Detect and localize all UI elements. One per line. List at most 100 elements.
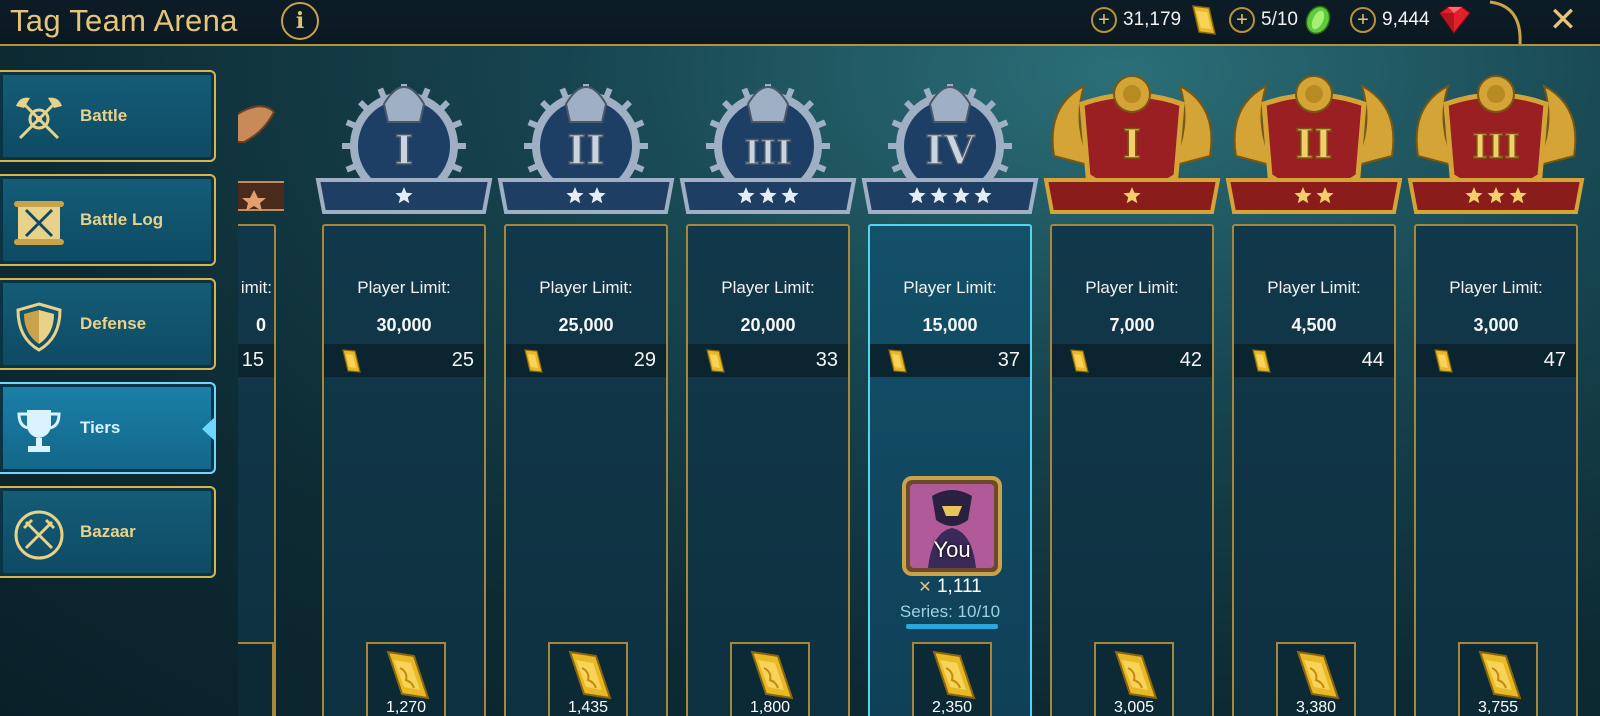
info-icon[interactable]: i [281,2,319,40]
player-limit-value: 20,000 [740,315,796,335]
sidebar-item-bazaar[interactable]: Bazaar [0,486,216,578]
reward-box: 3,380 [1276,642,1356,716]
tier-rank: I [395,127,414,174]
gem-resource: + 9,444 [1350,6,1474,35]
sidebar-item-defense[interactable]: Defense [0,278,216,370]
player-limit-label: Player Limit: [357,278,451,297]
sidebar-item-label: Defense [80,314,147,333]
reward-amount: 3,005 [1113,699,1155,716]
tier-rank: I [1123,121,1142,168]
tier-rank: II [567,127,604,174]
player-limit-label: Player Limit: [721,278,815,297]
sidebar-item-label: Bazaar [80,522,136,541]
series-progress-bar [906,624,998,629]
tier-column[interactable]: Player Limit: 7,000 42 3,005 [1050,224,1214,716]
gold-tier-badge-I: I [1043,75,1221,214]
tier-rank: II [1295,121,1332,168]
silver-tier-badge-II: II [497,84,675,214]
medal-count: 29 [633,349,656,371]
sidebar-item-battle-log[interactable]: Battle Log [0,174,216,266]
player-series: Series: 10/10 [899,602,1001,621]
tier-rank: III [1472,127,1520,167]
gold-tier-badge-III: III [1407,75,1585,214]
gold-tier-badge-II: II [1225,75,1403,214]
active-indicator-icon [202,416,216,442]
tier-column[interactable]: Player Limit: 4,500 44 3,380 [1232,224,1396,716]
player-limit-label: Player Limit: [539,278,633,297]
medal-strip: 42 [1052,344,1212,377]
back-arc-icon[interactable] [1486,0,1526,44]
medal-count: 25 [451,349,474,371]
player-limit-label: Player Limit: [1267,278,1361,297]
gold-resource: + 31,179 [1091,5,1219,35]
tier-column[interactable]: Player Limit: 25,000 29 1,435 [504,224,668,716]
add-token-button[interactable]: + [1229,7,1255,33]
medal-strip: 37 [870,344,1030,377]
gold-bar-icon [742,648,800,702]
gold-bar-icon [702,348,728,374]
you-label: You [933,537,971,562]
player-limit-label: Player Limit: [903,278,997,297]
tier-column[interactable]: Player Limit: 20,000 33 1,800 [686,224,850,716]
sidebar-item-label: Tiers [80,418,121,437]
tier-column-current[interactable]: Player Limit: 15,000 37 You ✕ 1,111 Seri… [868,224,1032,716]
reward-amount: 3,755 [1477,699,1519,716]
token-value: 5/10 [1261,9,1298,30]
page-title: Tag Team Arena [10,3,238,38]
crossed-swords-icon: ✕ [918,579,932,596]
tier-column-partial[interactable]: imit: 0 15 [238,105,284,716]
player-limit-value: 25,000 [558,315,614,335]
gold-bar-icon [378,648,436,702]
sidebar-item-battle[interactable]: Battle [0,70,216,162]
tier-column[interactable]: Player Limit: 30,000 25 1,270 [322,224,486,716]
player-limit-label: imit: [240,278,272,297]
gem-icon [1438,6,1471,35]
tier-rank: III [744,133,792,173]
reward-box: 1,800 [730,642,810,716]
medal-count: 42 [1179,349,1202,371]
medal-strip: 47 [1416,344,1576,377]
sidebar-item-label: Battle [80,106,128,125]
crossed-axes-icon [16,97,62,140]
reward-box: 3,755 [1458,642,1538,716]
medal-count: 47 [1543,349,1566,371]
gold-bar-icon [338,348,364,374]
medal-strip: 25 [324,344,484,377]
gold-value: 31,179 [1123,9,1182,30]
medal-count: 33 [815,349,838,371]
tier-badges: I II III IV I II III [315,75,1585,214]
token-resource: + 5/10 [1229,5,1334,35]
sidebar-item-tiers[interactable]: Tiers [0,382,216,474]
player-limit-value: 3,000 [1473,315,1519,335]
player-limit-value: 4,500 [1291,315,1337,335]
reward-amount: 1,800 [749,699,791,716]
gold-bar-icon [924,648,982,702]
add-gold-button[interactable]: + [1091,7,1117,33]
gold-bar-icon [1106,648,1164,702]
medal-count: 15 [241,349,264,371]
gold-bar-icon [884,348,910,374]
reward-box: 1,270 [366,642,446,716]
gold-bar-icon [1192,5,1217,35]
arena-token-icon [1305,5,1331,35]
gold-bar-icon [520,348,546,374]
silver-tier-badge-III: III [679,84,857,214]
sidebar: Battle Battle Log Defense Tiers Bazaar [0,46,238,716]
gold-bar-icon [1288,648,1346,702]
reward-box [238,642,274,716]
medal-strip: 15 [238,344,274,377]
player-limit-value: 7,000 [1109,315,1155,335]
add-gem-button[interactable]: + [1350,7,1376,33]
player-score: ✕ 1,111 [870,576,1030,598]
gold-bar-icon [1066,348,1092,374]
player-limit-value: 30,000 [376,315,432,335]
reward-box: 1,435 [548,642,628,716]
medal-count: 44 [1361,349,1384,371]
tier-column[interactable]: Player Limit: 3,000 47 3,755 [1414,224,1578,716]
medal-strip: 29 [506,344,666,377]
sidebar-item-label: Battle Log [80,210,164,229]
gold-bar-icon [560,648,618,702]
close-icon[interactable]: ✕ [1546,3,1580,38]
scroll-swords-icon [14,201,64,245]
player-limit-label: Player Limit: [1085,278,1179,297]
